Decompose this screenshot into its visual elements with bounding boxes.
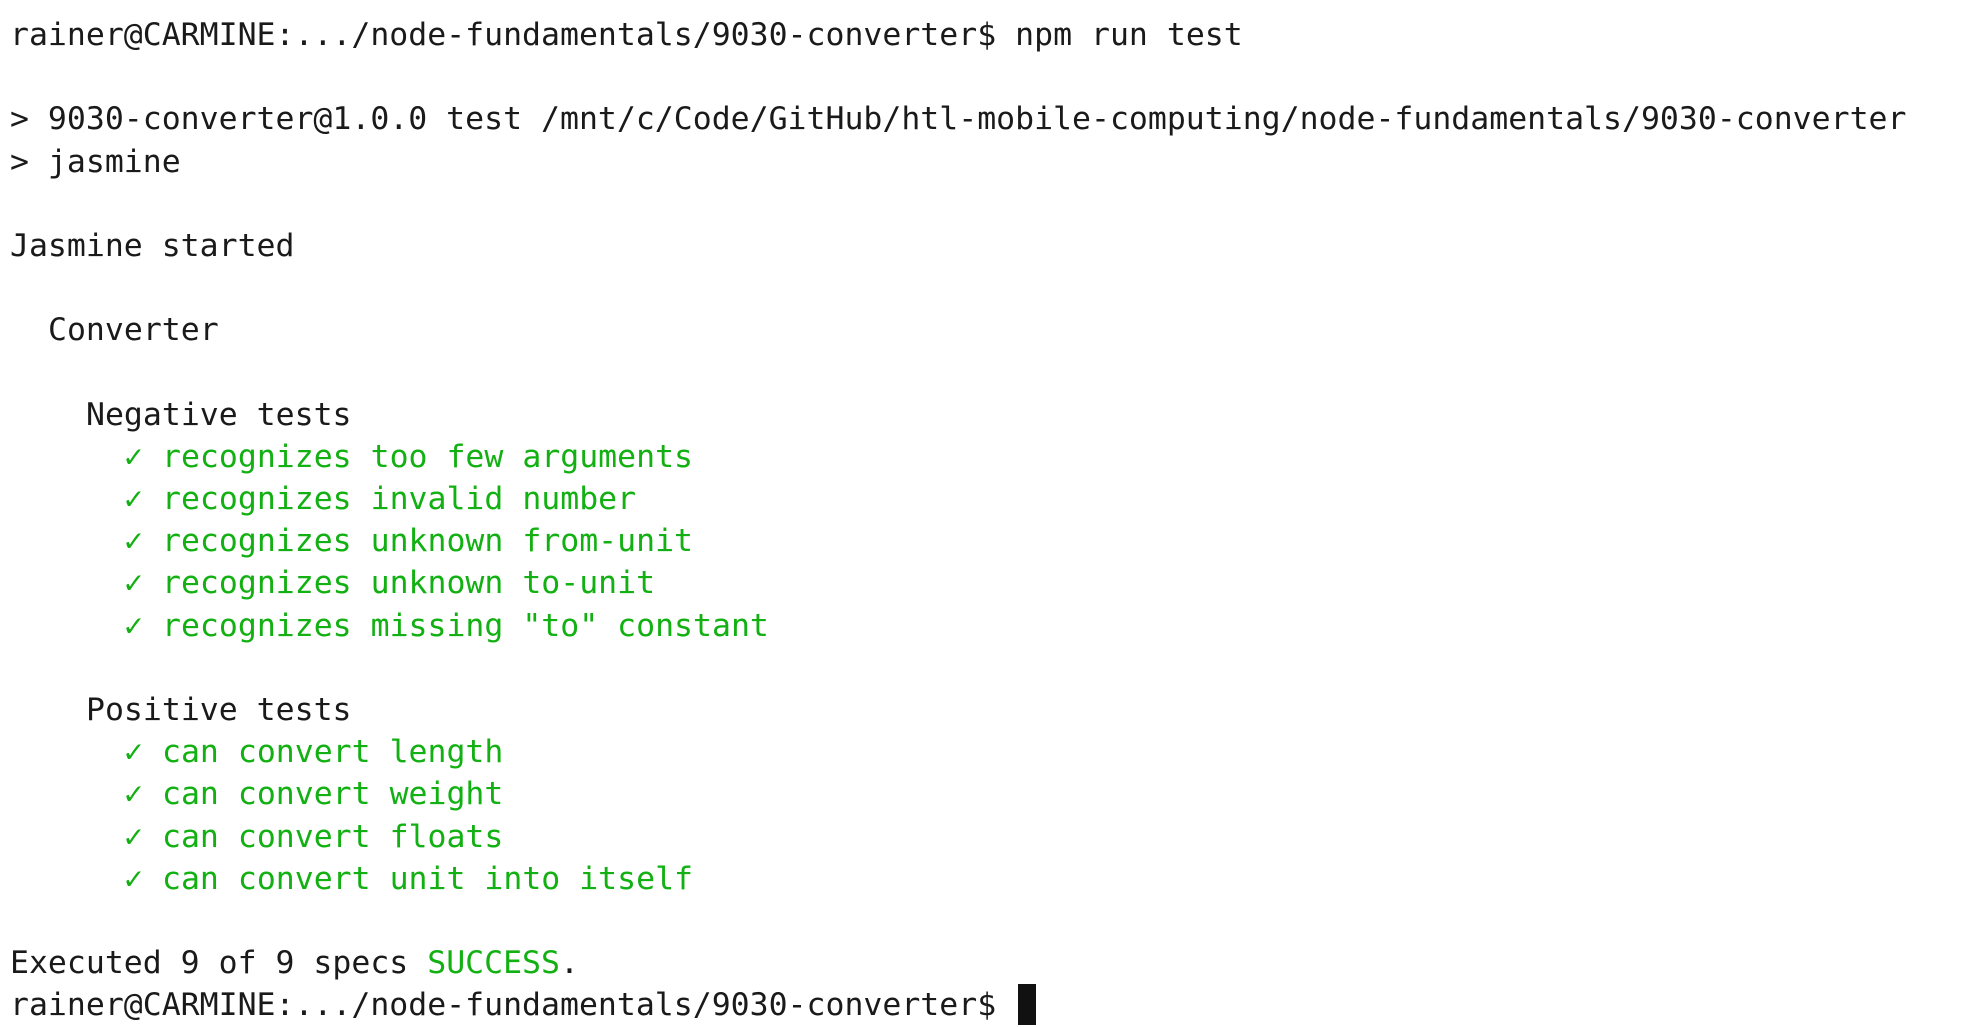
text-cursor[interactable]	[1018, 984, 1037, 1026]
spec-label: can convert floats	[162, 818, 504, 855]
check-icon: ✓	[124, 607, 143, 644]
spec-label: can convert length	[162, 734, 504, 771]
spec-result: ✓ recognizes too few arguments	[10, 436, 1971, 478]
check-icon: ✓	[124, 565, 143, 602]
suite-name: Converter	[48, 312, 219, 349]
spec-result: ✓ recognizes unknown from-unit	[10, 520, 1971, 562]
npm-command-line: > jasmine	[10, 143, 181, 180]
check-icon: ✓	[124, 438, 143, 475]
positive-group-title: Positive tests	[86, 692, 352, 728]
check-icon: ✓	[124, 860, 143, 897]
shell-prompt: rainer@CARMINE:.../node-fundamentals/903…	[10, 17, 997, 53]
typed-command: npm run test	[1015, 17, 1243, 53]
shell-prompt: rainer@CARMINE:.../node-fundamentals/903…	[10, 987, 997, 1024]
spec-label: recognizes unknown from-unit	[162, 523, 694, 560]
spec-result: ✓ can convert length	[10, 731, 1971, 773]
spec-result: ✓ can convert unit into itself	[10, 858, 1971, 900]
spec-label: can convert unit into itself	[162, 860, 694, 897]
input-line[interactable]: rainer@CARMINE:.../node-fundamentals/903…	[10, 984, 1971, 1026]
check-icon: ✓	[124, 481, 143, 518]
summary-status: SUCCESS	[427, 945, 560, 982]
negative-spec-list: ✓ recognizes too few arguments ✓ recognize…	[10, 436, 1971, 647]
check-icon: ✓	[124, 818, 143, 855]
summary-period: .	[560, 945, 579, 982]
check-icon: ✓	[124, 776, 143, 813]
positive-spec-list: ✓ can convert length ✓ can convert weight …	[10, 731, 1971, 900]
terminal-window[interactable]: rainer@CARMINE:.../node-fundamentals/903…	[0, 0, 1971, 1026]
spec-result: ✓ can convert floats	[10, 816, 1971, 858]
spec-label: can convert weight	[162, 776, 504, 813]
check-icon: ✓	[124, 523, 143, 560]
check-icon: ✓	[124, 734, 143, 771]
spec-label: recognizes invalid number	[162, 481, 637, 518]
summary-line: Executed 9 of 9 specs SUCCESS.	[10, 942, 1971, 984]
command-line: rainer@CARMINE:.../node-fundamentals/903…	[10, 14, 1971, 56]
spec-result: ✓ can convert weight	[10, 773, 1971, 815]
summary-text: Executed 9 of 9 specs	[10, 945, 409, 982]
spec-label: recognizes too few arguments	[162, 438, 694, 475]
npm-script-line: > 9030-converter@1.0.0 test /mnt/c/Code/…	[10, 101, 1907, 138]
spec-result: ✓ recognizes unknown to-unit	[10, 562, 1971, 604]
spec-label: recognizes missing "to" constant	[162, 607, 769, 644]
jasmine-started-line: Jasmine started	[10, 227, 295, 264]
negative-group-title: Negative tests	[86, 396, 352, 433]
spec-result: ✓ recognizes missing "to" constant	[10, 605, 1971, 647]
spec-label: recognizes unknown to-unit	[162, 565, 656, 602]
spec-result: ✓ recognizes invalid number	[10, 478, 1971, 520]
